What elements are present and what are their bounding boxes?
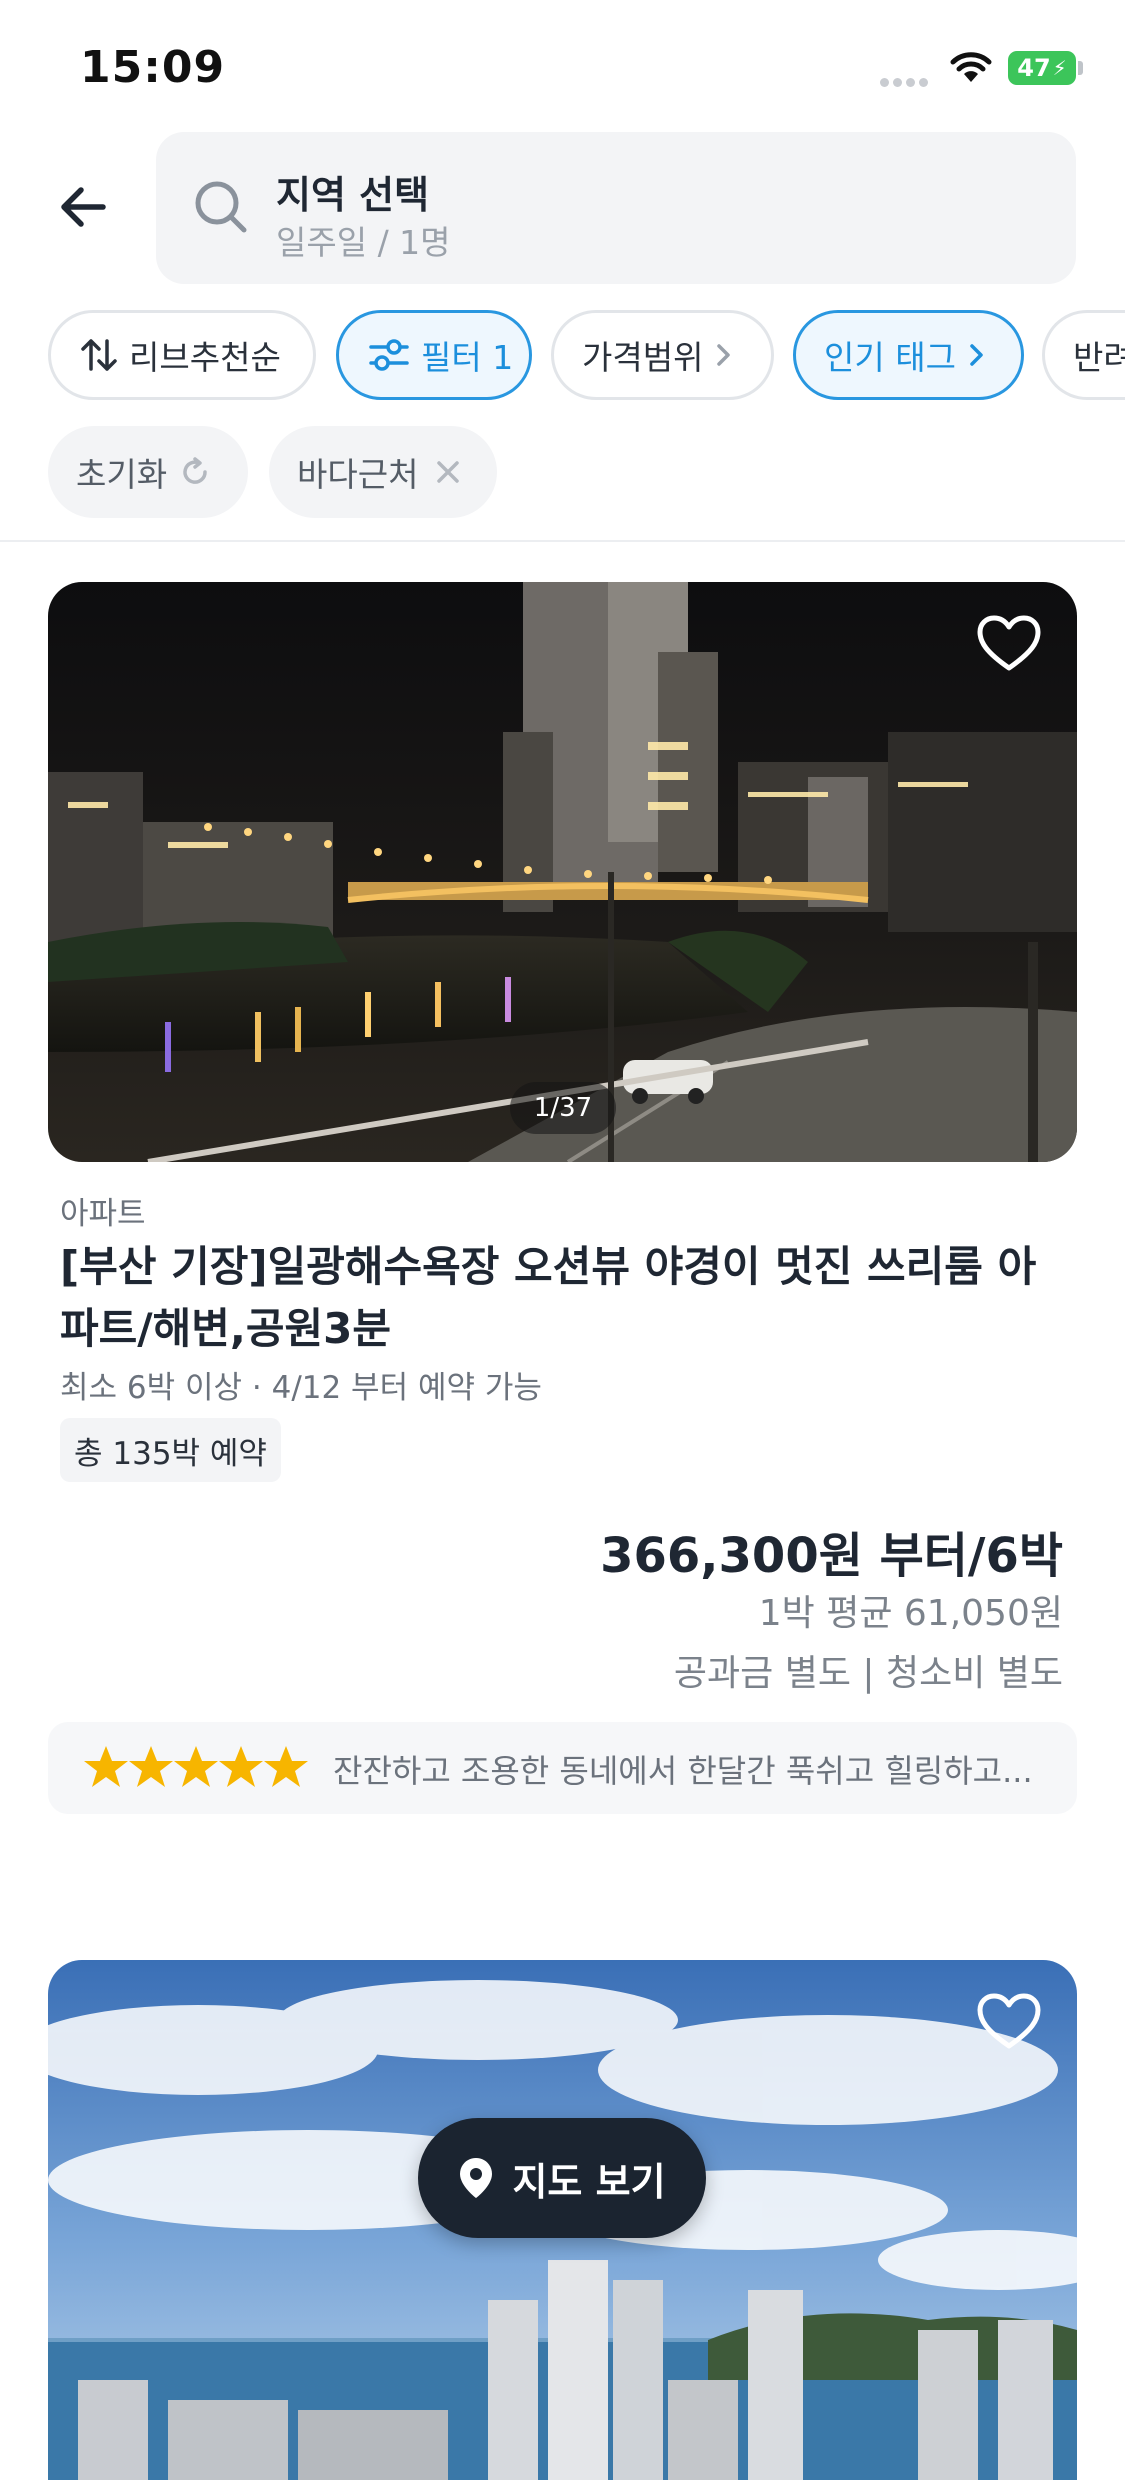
map-view-label: 지도 보기 bbox=[512, 2159, 666, 2204]
pet-chip-label: 반려 bbox=[1073, 338, 1125, 377]
heart-icon[interactable] bbox=[976, 614, 1042, 674]
close-icon[interactable] bbox=[430, 454, 466, 490]
divider bbox=[0, 540, 1125, 542]
listing-meta: 최소 6박 이상 · 4/12 부터 예약 가능 bbox=[60, 1370, 542, 1406]
review-text: 잔잔하고 조용한 동네에서 한달간 푹쉬고 힐링하고... bbox=[333, 1752, 1033, 1790]
listing-title[interactable]: [부산 기장]일광해수욕장 오션뷰 야경이 멋진 쓰리룸 아파트/해변,공원3분 bbox=[60, 1236, 1070, 1360]
listing-photo[interactable] bbox=[48, 582, 1077, 1162]
filter-chip-label: 필터 1 bbox=[421, 338, 514, 377]
battery-level: 47 bbox=[1017, 54, 1051, 82]
map-view-button[interactable]: 지도 보기 bbox=[418, 2118, 706, 2238]
back-arrow-icon[interactable] bbox=[55, 178, 113, 236]
star-icon bbox=[264, 1746, 308, 1787]
search-title: 지역 선택 bbox=[276, 173, 430, 217]
star-rating bbox=[84, 1746, 308, 1787]
star-icon bbox=[174, 1746, 218, 1787]
pet-chip[interactable]: 반려 bbox=[1042, 310, 1125, 400]
refresh-icon bbox=[183, 457, 207, 484]
sort-icon bbox=[81, 339, 117, 371]
cellular-signal-icon bbox=[880, 72, 932, 87]
battery-tip bbox=[1078, 61, 1083, 75]
sort-chip-label: 리브추천순 bbox=[129, 338, 281, 377]
star-icon bbox=[84, 1746, 128, 1787]
reset-chip-label: 초기화 bbox=[76, 455, 168, 494]
avg-night-price: 1박 평균 61,050원 bbox=[758, 1593, 1063, 1634]
price-range-chip[interactable]: 가격범위 bbox=[551, 310, 774, 400]
star-icon bbox=[219, 1746, 263, 1787]
active-filter-label: 바다근처 bbox=[297, 455, 419, 494]
battery-indicator: 47 ⚡ bbox=[1008, 51, 1076, 85]
popular-tags-chip[interactable]: 인기 태그 bbox=[793, 310, 1024, 400]
price-range-chip-label: 가격범위 bbox=[582, 338, 704, 377]
listing-price: 366,300원 부터/6박 bbox=[600, 1528, 1063, 1584]
wifi-icon bbox=[950, 52, 992, 82]
filter-sliders-icon bbox=[369, 339, 409, 371]
popular-tags-chip-label: 인기 태그 bbox=[824, 338, 956, 377]
star-icon bbox=[129, 1746, 173, 1787]
chevron-right-icon bbox=[970, 344, 983, 366]
night-city-photo bbox=[48, 582, 1077, 1162]
heart-icon[interactable] bbox=[976, 1992, 1042, 2052]
sort-chip[interactable]: 리브추천순 bbox=[48, 310, 316, 400]
photo-counter: 1/37 bbox=[510, 1082, 616, 1134]
map-pin-icon bbox=[460, 2158, 493, 2198]
search-subtitle: 일주일 / 1명 bbox=[276, 223, 451, 262]
filter-chip[interactable]: 필터 1 bbox=[336, 310, 532, 400]
charging-bolt-icon: ⚡ bbox=[1052, 56, 1067, 80]
booking-count-badge: 총 135박 예약 bbox=[60, 1418, 281, 1482]
chevron-right-icon bbox=[717, 344, 731, 366]
reset-chip[interactable]: 초기화 bbox=[48, 426, 248, 518]
property-type: 아파트 bbox=[60, 1196, 146, 1232]
status-time: 15:09 bbox=[80, 42, 226, 93]
fees-note: 공과금 별도 | 청소비 별도 bbox=[673, 1653, 1063, 1694]
active-filter-chip[interactable]: 바다근처 bbox=[269, 426, 497, 518]
search-icon bbox=[195, 181, 247, 233]
